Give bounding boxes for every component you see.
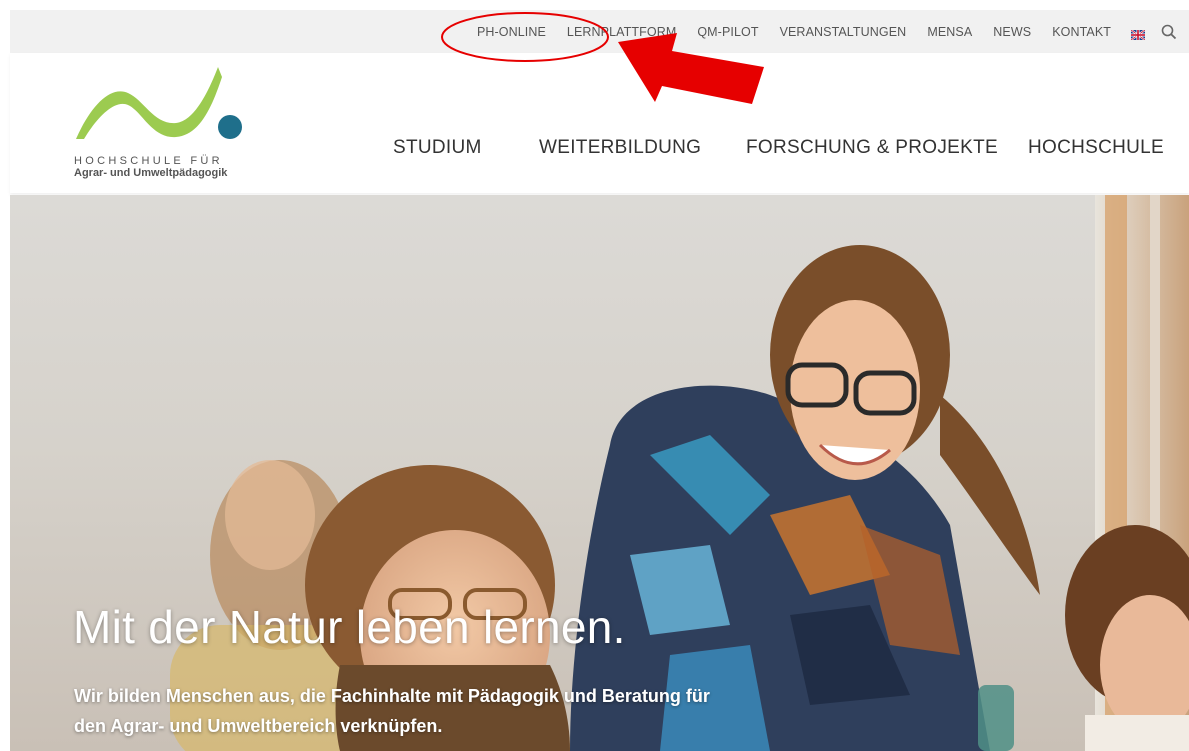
- nav-item-weiterbildung[interactable]: WEITERBILDUNG: [539, 137, 701, 159]
- topbar-link-ph-online[interactable]: PH-ONLINE: [477, 25, 546, 39]
- top-utility-bar: PH-ONLINE LERNPLATTFORM QM-PILOT VERANST…: [10, 10, 1189, 53]
- nav-item-studium[interactable]: STUDIUM: [393, 137, 482, 159]
- topbar-link-news[interactable]: NEWS: [993, 25, 1031, 39]
- topbar-link-mensa[interactable]: MENSA: [927, 25, 972, 39]
- topbar-link-lernplattform[interactable]: LERNPLATTFORM: [567, 25, 676, 39]
- site-header: HOCHSCHULE FÜR Agrar- und Umweltpädagogi…: [10, 53, 1189, 193]
- uk-flag-icon[interactable]: [1130, 27, 1146, 41]
- logo-mark-icon: [76, 67, 242, 139]
- hero-banner: Mit der Natur leben lernen. Wir bilden M…: [10, 195, 1189, 751]
- hero-title: Mit der Natur leben lernen.: [73, 601, 626, 653]
- hero-subtitle: Wir bilden Menschen aus, die Fachinhalte…: [74, 686, 710, 736]
- logo-text-line1: HOCHSCHULE FÜR: [74, 155, 223, 167]
- logo-text-line2: Agrar- und Umweltpädagogik: [74, 167, 228, 179]
- topbar-link-veranstaltungen[interactable]: VERANSTALTUNGEN: [780, 25, 907, 39]
- topbar-link-qm-pilot[interactable]: QM-PILOT: [697, 25, 758, 39]
- hero-photo: [170, 195, 1189, 751]
- topbar-link-kontakt[interactable]: KONTAKT: [1052, 25, 1111, 39]
- search-icon[interactable]: [1161, 24, 1177, 40]
- nav-item-hochschule[interactable]: HOCHSCHULE: [1028, 137, 1164, 159]
- site-logo[interactable]: HOCHSCHULE FÜR Agrar- und Umweltpädagogi…: [72, 63, 252, 188]
- nav-item-forschung-projekte[interactable]: FORSCHUNG & PROJEKTE: [746, 137, 998, 159]
